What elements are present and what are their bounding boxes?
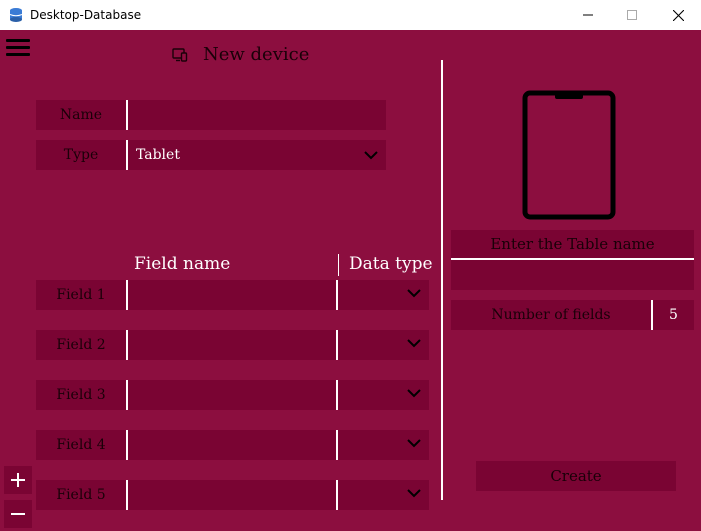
field-5-label: Field 5 [36,480,126,510]
chevron-down-icon [407,439,421,448]
close-button[interactable] [655,0,701,30]
main-area: New device Name Type Tablet Field name D… [0,30,701,531]
field-3-type-dropdown[interactable] [336,380,429,410]
field-3-label: Field 3 [36,380,126,410]
remove-field-button[interactable] [4,500,32,528]
add-field-button[interactable] [4,466,32,494]
minimize-button[interactable] [565,0,611,30]
minimize-icon [583,14,593,16]
field-name-column-header: Field name [134,254,231,274]
number-of-fields-input[interactable]: 5 [651,300,694,330]
page-title: New device [203,44,310,65]
type-label: Type [36,140,126,170]
name-input[interactable] [126,100,386,130]
chevron-down-icon [407,389,421,398]
chevron-down-icon [407,489,421,498]
maximize-icon [627,10,637,20]
field-1-name-input[interactable] [126,280,336,310]
type-dropdown[interactable]: Tablet [126,140,386,170]
field-5-name-input[interactable] [126,480,336,510]
field-3-name-input[interactable] [126,380,336,410]
field-4-type-dropdown[interactable] [336,430,429,460]
data-type-column-header: Data type [349,254,433,274]
field-2-label: Field 2 [36,330,126,360]
chevron-down-icon [364,151,378,160]
table-name-label: Enter the Table name [451,230,694,258]
field-1-label: Field 1 [36,280,126,310]
field-5-type-dropdown[interactable] [336,480,429,510]
close-icon [672,9,684,21]
field-4-name-input[interactable] [126,430,336,460]
number-of-fields-label: Number of fields [451,300,651,330]
chevron-down-icon [407,289,421,298]
window-title: Desktop-Database [30,8,142,22]
column-separator [338,254,339,276]
window-titlebar: Desktop-Database [0,0,701,30]
create-button[interactable]: Create [476,461,676,491]
tablet-icon [522,90,616,220]
plus-icon [11,473,25,487]
type-dropdown-value: Tablet [136,147,180,163]
panel-divider [441,60,443,500]
app-database-icon [9,8,23,22]
field-4-label: Field 4 [36,430,126,460]
field-2-type-dropdown[interactable] [336,330,429,360]
device-icon [172,48,188,62]
field-2-name-input[interactable] [126,330,336,360]
table-name-input[interactable] [451,258,694,290]
minus-icon [11,513,25,515]
maximize-button[interactable] [609,0,655,30]
name-label: Name [36,100,126,130]
hamburger-menu-icon[interactable] [6,38,30,58]
field-1-type-dropdown[interactable] [336,280,429,310]
chevron-down-icon [407,339,421,348]
